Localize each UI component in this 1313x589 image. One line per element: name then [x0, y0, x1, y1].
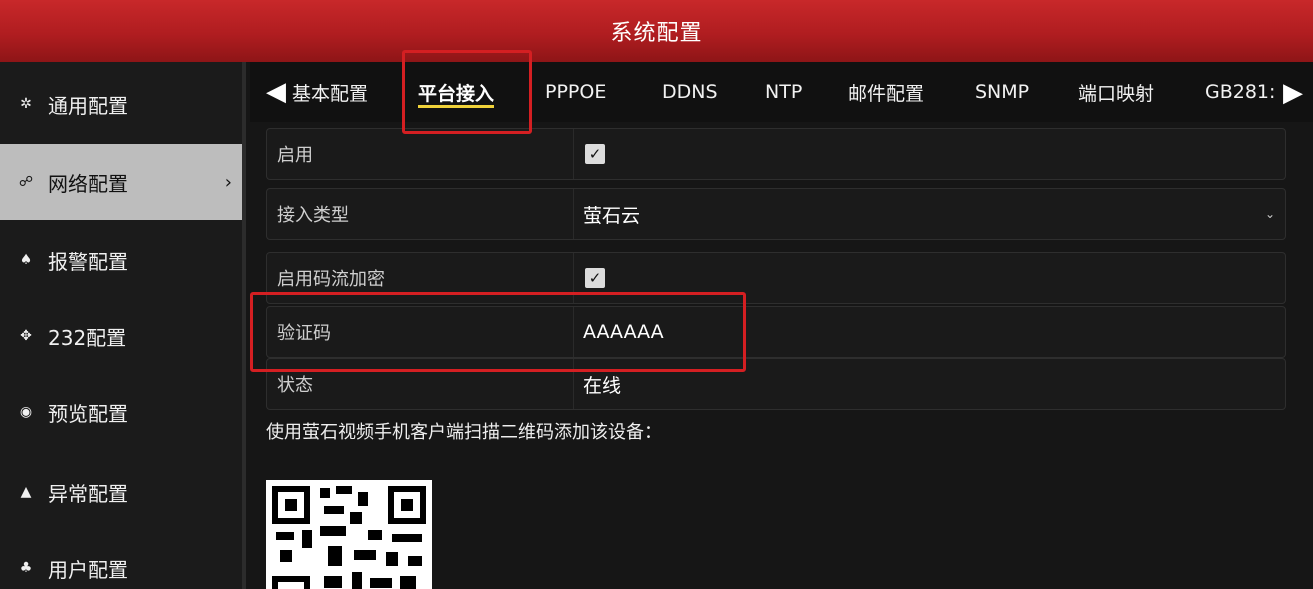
qr-module: [302, 530, 312, 548]
tab-pppoe[interactable]: PPPOE: [545, 62, 606, 122]
sidebar-item-exception[interactable]: ▲ 异常配置: [0, 454, 242, 530]
qr-finder: [272, 486, 310, 524]
row-divider: [573, 189, 574, 239]
qr-module: [368, 530, 382, 540]
sidebar-item-label: 异常配置: [48, 481, 128, 506]
tab-ntp[interactable]: NTP: [765, 62, 802, 122]
qr-module: [336, 486, 352, 494]
qr-module: [358, 492, 368, 506]
sidebar-item-network[interactable]: ☍ 网络配置 ›: [0, 144, 242, 220]
qr-module: [386, 552, 398, 566]
access-type-label: 接入类型: [277, 205, 349, 226]
sidebar-item-232[interactable]: ✥ 232配置: [0, 298, 242, 374]
sidebar-item-label: 通用配置: [48, 93, 128, 118]
qr-code: [266, 480, 432, 589]
qr-finder: [272, 576, 310, 589]
form-row-access-type[interactable]: 接入类型 萤石云 ⌄: [266, 188, 1286, 240]
window-title: 系统配置: [610, 21, 703, 46]
warning-icon: ▲: [20, 484, 32, 500]
highlight-verify-code: [250, 292, 746, 372]
highlight-platform-tab: [402, 50, 532, 134]
tab-ddns[interactable]: DDNS: [662, 62, 718, 122]
chevron-down-icon[interactable]: ⌄: [1265, 207, 1275, 221]
qr-module: [324, 576, 342, 588]
sidebar-item-label: 预览配置: [48, 401, 128, 426]
sidebar-item-label: 用户配置: [48, 557, 128, 582]
chevron-left-icon[interactable]: ◀: [264, 77, 288, 107]
enable-checkbox[interactable]: ✓: [585, 144, 605, 164]
qr-module: [320, 526, 346, 536]
tab-email[interactable]: 邮件配置: [848, 62, 924, 122]
tab-gb28181[interactable]: GB281:: [1205, 62, 1275, 122]
chevron-right-icon: ›: [224, 171, 232, 193]
qr-module: [400, 576, 416, 589]
tab-port-mapping[interactable]: 端口映射: [1078, 62, 1154, 122]
sidebar-item-general[interactable]: ✲ 通用配置: [0, 66, 242, 142]
qr-module: [324, 506, 344, 514]
qr-module: [392, 534, 422, 542]
stream-encrypt-checkbox[interactable]: ✓: [585, 268, 605, 288]
stream-encrypt-label: 启用码流加密: [277, 269, 385, 290]
qr-module: [354, 550, 376, 560]
qr-module: [408, 556, 422, 566]
qr-module: [370, 578, 392, 588]
sidebar: ✲ 通用配置 ☍ 网络配置 › ♠ 报警配置 ✥ 232配置 ◉ 预览配置 ▲ …: [0, 62, 246, 589]
enable-label: 启用: [277, 145, 313, 166]
row-divider: [573, 129, 574, 179]
tab-basic[interactable]: 基本配置: [292, 62, 368, 122]
chevron-right-icon[interactable]: ▶: [1281, 78, 1305, 108]
window-title-bar: 系统配置: [0, 0, 1313, 62]
status-value: 在线: [583, 374, 622, 397]
qr-module: [276, 532, 294, 540]
sidebar-item-label: 报警配置: [48, 249, 128, 274]
serial-icon: ✥: [20, 328, 32, 344]
qr-module: [352, 572, 362, 589]
sidebar-item-preview[interactable]: ◉ 预览配置: [0, 374, 242, 450]
sidebar-item-label: 网络配置: [48, 171, 128, 196]
qr-hint-text: 使用萤石视频手机客户端扫描二维码添加该设备：: [266, 422, 662, 443]
qr-module: [280, 550, 292, 562]
gear-icon: ✲: [20, 96, 32, 112]
sidebar-item-label: 232配置: [48, 325, 127, 350]
alarm-icon: ♠: [19, 252, 33, 268]
users-icon: ♣: [19, 560, 33, 576]
network-icon: ☍: [18, 174, 34, 190]
eye-icon: ◉: [19, 404, 33, 420]
tab-snmp[interactable]: SNMP: [975, 62, 1029, 122]
sidebar-item-alarm[interactable]: ♠ 报警配置: [0, 222, 242, 298]
access-type-select[interactable]: 萤石云: [583, 201, 640, 228]
sidebar-item-user[interactable]: ♣ 用户配置: [0, 530, 242, 589]
qr-finder: [388, 486, 426, 524]
status-label: 状态: [277, 375, 313, 396]
form-row-enable: 启用 ✓: [266, 128, 1286, 180]
qr-module: [350, 512, 362, 524]
qr-module: [328, 546, 342, 566]
qr-module: [320, 488, 330, 498]
